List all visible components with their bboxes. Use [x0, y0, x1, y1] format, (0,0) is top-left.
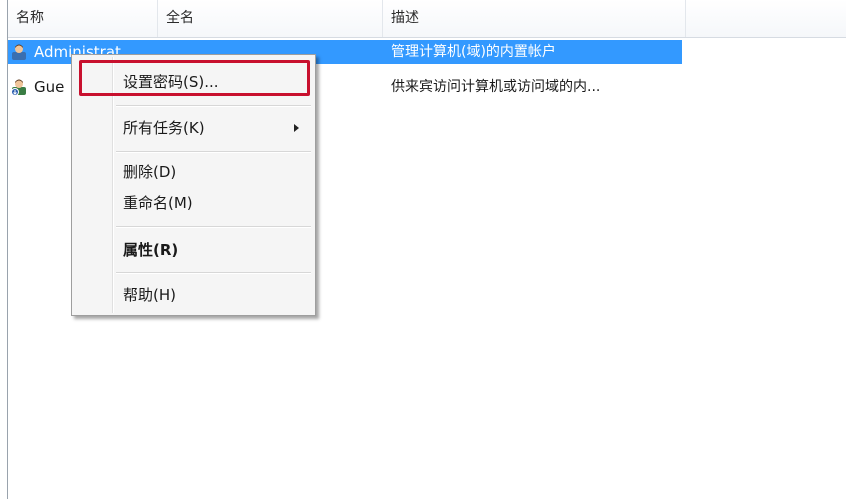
column-header-fullname[interactable]: 全名: [158, 0, 383, 37]
row-description: 供来宾访问计算机或访问域的内...: [391, 79, 601, 95]
menu-separator: [116, 151, 311, 153]
menu-item-help[interactable]: 帮助(H): [74, 281, 313, 309]
menu-separator: [116, 226, 311, 228]
menu-separator: [116, 105, 311, 107]
list-header: 名称 全名 描述: [8, 0, 846, 38]
column-header-name[interactable]: 名称: [8, 0, 158, 37]
highlight-annotation-box: [79, 60, 310, 96]
menu-item-properties[interactable]: 属性(R): [74, 236, 313, 264]
row-description: 管理计算机(域)的内置帐户: [391, 44, 556, 60]
menu-separator: [116, 272, 311, 274]
menu-item-all-tasks[interactable]: 所有任务(K): [74, 114, 313, 142]
column-header-description[interactable]: 描述: [383, 0, 686, 37]
user-admin-icon: [11, 43, 29, 61]
user-guest-icon: [11, 78, 29, 96]
menu-item-delete[interactable]: 删除(D): [74, 158, 313, 186]
submenu-arrow-icon: [294, 124, 299, 132]
menu-item-rename[interactable]: 重命名(M): [74, 189, 313, 217]
